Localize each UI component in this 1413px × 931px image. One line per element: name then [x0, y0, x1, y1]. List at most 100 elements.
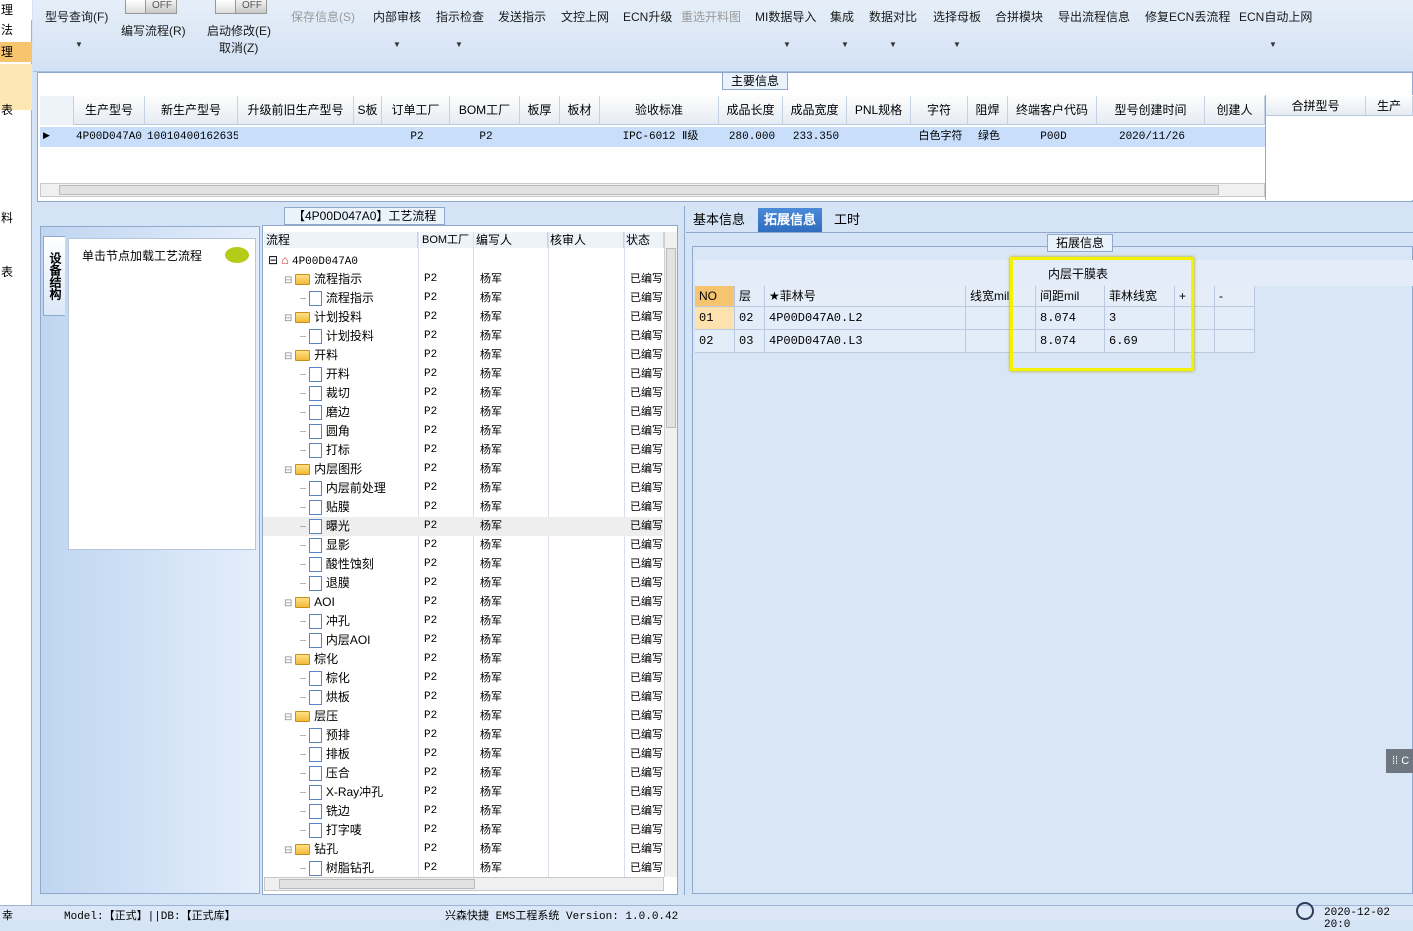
tree-node[interactable]: ┄ 冲孔	[300, 612, 350, 631]
column-header[interactable]: 编写人	[474, 232, 548, 248]
table-cell[interactable]: 2020/11/26	[1097, 127, 1205, 147]
tree-node[interactable]: ┄ 打字唛	[300, 821, 362, 840]
scrollbar-thumb[interactable]	[666, 248, 676, 428]
toggle-switch[interactable]: OFF	[215, 0, 267, 14]
table-cell[interactable]: 03	[735, 330, 765, 353]
tree-node[interactable]: ⊟ 钻孔	[284, 840, 338, 859]
write-flow-button[interactable]: 编写流程(R)	[121, 22, 186, 39]
column-header[interactable]: 创建人	[1205, 96, 1265, 125]
chevron-down-icon[interactable]: ▼	[393, 40, 401, 49]
collapse-icon[interactable]: ⊟	[284, 351, 295, 362]
column-header[interactable]: 成品宽度	[783, 96, 847, 125]
table-cell[interactable]: 233.350	[783, 127, 847, 147]
fix-ecn-button[interactable]: 修复ECN丢流程	[1145, 8, 1230, 25]
floating-toolbar-button[interactable]: ⁞⁞ C	[1386, 749, 1413, 773]
chevron-down-icon[interactable]: ▼	[953, 40, 961, 49]
column-header[interactable]: 订单工厂	[382, 96, 450, 125]
column-header[interactable]: 生产	[1366, 96, 1413, 116]
column-header[interactable]: 升级前旧生产型号	[238, 96, 354, 125]
tree-node[interactable]: ┄ 曝光	[300, 517, 350, 536]
column-header[interactable]: PNL规格	[847, 96, 911, 125]
column-header[interactable]: 验收标准	[600, 96, 719, 125]
ecn-auto-online-button[interactable]: ECN自动上网	[1239, 8, 1312, 25]
chevron-down-icon[interactable]: ▼	[889, 40, 897, 49]
table-cell[interactable]	[560, 127, 600, 147]
tree-node[interactable]: ┄ 内层前处理	[300, 479, 386, 498]
vertical-scrollbar[interactable]	[664, 232, 677, 877]
column-header[interactable]: 合拼型号	[1266, 96, 1366, 116]
chevron-down-icon[interactable]: ▼	[455, 40, 463, 49]
send-instruction-button[interactable]: 发送指示	[498, 8, 546, 25]
tree-node[interactable]: ⊟ AOI	[284, 593, 335, 612]
scrollbar-thumb[interactable]	[59, 185, 1219, 195]
tree-node[interactable]: ┄ 打标	[300, 441, 350, 460]
table-cell[interactable]: 白色字符	[911, 127, 968, 147]
tree-node[interactable]: ┄ 计划投料	[300, 327, 374, 346]
merge-module-button[interactable]: 合拼模块	[995, 8, 1043, 25]
doc-online-button[interactable]: 文控上网	[561, 8, 609, 25]
tree-node[interactable]: ┄ 棕化	[300, 669, 350, 688]
column-header[interactable]: ★菲林号	[765, 286, 966, 307]
column-header[interactable]: 状态	[624, 232, 664, 248]
table-cell[interactable]	[238, 127, 354, 147]
left-nav-item[interactable]: 表	[0, 262, 32, 282]
tree-node[interactable]: ┄ 预排	[300, 726, 350, 745]
instruction-check-button[interactable]: 指示检查	[436, 8, 484, 25]
column-header[interactable]: BOM工厂	[450, 96, 520, 125]
tree-node[interactable]: ┄ 排板	[300, 745, 350, 764]
column-header[interactable]: 核审人	[548, 232, 624, 248]
tree-node[interactable]: ┄ 裁切	[300, 384, 350, 403]
tree-node[interactable]: ⊟ 开料	[284, 346, 338, 365]
tree-node[interactable]: ┄ 内层AOI	[300, 631, 371, 650]
ecn-upgrade-button[interactable]: ECN升级	[623, 8, 672, 25]
tab-work-hours[interactable]: 工时	[828, 208, 866, 232]
tree-root-node[interactable]: ⊟ ⌂ 4P00D047A0	[268, 251, 358, 270]
collapse-icon[interactable]: ⊟	[284, 313, 295, 324]
column-header[interactable]: 型号创建时间	[1097, 96, 1205, 125]
tree-node[interactable]: ┄ 贴膜	[300, 498, 350, 517]
toggle-switch[interactable]: OFF	[125, 0, 177, 14]
table-cell[interactable]: 10010400162635	[145, 127, 238, 147]
tree-node[interactable]: ⊟ 内层图形	[284, 460, 362, 479]
table-cell[interactable]	[1215, 330, 1255, 353]
tree-node[interactable]: ⊟ 计划投料	[284, 308, 362, 327]
model-query-button[interactable]: 型号查询(F)	[45, 8, 108, 25]
column-header[interactable]: BOM工厂	[420, 232, 474, 248]
left-nav-item[interactable]: 法	[0, 20, 32, 40]
left-nav-item[interactable]: 料	[0, 208, 32, 228]
table-cell[interactable]: IPC-6012 Ⅱ级	[600, 127, 719, 147]
chevron-down-icon[interactable]: ▼	[1269, 40, 1277, 49]
chevron-down-icon[interactable]: ▼	[783, 40, 791, 49]
collapse-icon[interactable]: ⊟	[284, 845, 295, 856]
tree-node[interactable]: ⊟ 棕化	[284, 650, 338, 669]
table-cell[interactable]: 01	[695, 307, 735, 330]
table-cell[interactable]: 4P00D047A0	[74, 127, 145, 147]
column-header[interactable]: 字符	[911, 96, 968, 125]
left-nav-item[interactable]: 理	[0, 0, 32, 20]
column-header[interactable]: 板厚	[520, 96, 560, 125]
table-cell[interactable]: 02	[735, 307, 765, 330]
integration-button[interactable]: 集成	[830, 8, 854, 25]
tree-node[interactable]: ┄ 圆角	[300, 422, 350, 441]
table-cell[interactable]: 02	[695, 330, 735, 353]
horizontal-scrollbar[interactable]	[40, 183, 1265, 197]
left-nav-item-active[interactable]: 理	[0, 42, 32, 62]
export-flow-button[interactable]: 导出流程信息	[1058, 8, 1130, 25]
table-cell[interactable]	[1215, 307, 1255, 330]
table-cell[interactable]: 4P00D047A0.L3	[765, 330, 966, 353]
column-header[interactable]: 成品长度	[719, 96, 783, 125]
table-cell[interactable]	[847, 127, 911, 147]
tree-node[interactable]: ┄ 酸性蚀刻	[300, 555, 374, 574]
table-cell[interactable]: P2	[450, 127, 520, 147]
horizontal-scrollbar[interactable]	[264, 877, 664, 891]
column-header[interactable]: NO	[695, 286, 735, 307]
tree-node[interactable]: ┄ 退膜	[300, 574, 350, 593]
table-cell[interactable]: 绿色	[968, 127, 1008, 147]
table-cell[interactable]	[1205, 127, 1265, 147]
tree-node[interactable]: ⊟ 流程指示	[284, 270, 362, 289]
column-header[interactable]: 层	[735, 286, 765, 307]
column-header[interactable]: 板材	[560, 96, 600, 125]
collapse-icon[interactable]: ⊟	[284, 275, 295, 286]
column-header[interactable]: 阻焊	[968, 96, 1008, 125]
tab-basic-info[interactable]: 基本信息	[687, 208, 751, 232]
